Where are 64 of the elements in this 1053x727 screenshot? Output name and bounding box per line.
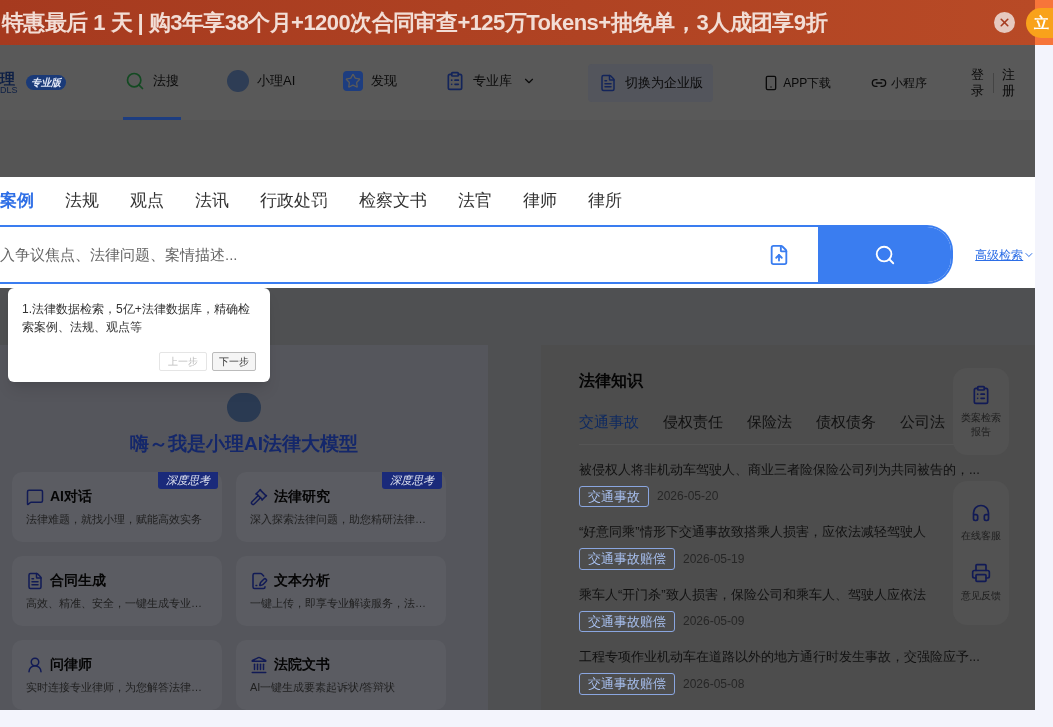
- star-icon: [343, 71, 364, 91]
- topic-tab[interactable]: 交通事故: [579, 411, 639, 434]
- search-tab[interactable]: 法官: [458, 188, 492, 214]
- category-tag: 交通事故赔偿: [579, 610, 675, 632]
- edition-badge: 专业版: [25, 75, 66, 90]
- logo-text: 理: [0, 70, 15, 86]
- card-title: 问律师: [50, 655, 92, 674]
- search-field[interactable]: 入争议焦点、法律问题、案情描述...: [0, 227, 741, 282]
- app-download-link[interactable]: APP下载: [763, 73, 832, 92]
- next-step-button[interactable]: 下一步: [212, 352, 256, 371]
- enterprise-button[interactable]: 切换为企业版: [588, 63, 714, 102]
- feature-card[interactable]: 问律师 实时连接专业律师，为您解答法律…: [12, 640, 222, 710]
- gavel-icon: [250, 487, 268, 506]
- card-description: 实时连接专业律师，为您解答法律…: [26, 680, 203, 695]
- card-title: 合同生成: [50, 571, 106, 590]
- login-link[interactable]: 登录: [971, 66, 986, 99]
- feature-tag: 深度思考: [158, 472, 218, 489]
- topic-tab[interactable]: 侵权责任: [663, 411, 723, 434]
- nav-tab[interactable]: 小理AI: [225, 45, 298, 120]
- search-tab[interactable]: 检察文书: [359, 188, 427, 214]
- feature-tag: 深度思考: [382, 472, 442, 489]
- database-icon: [445, 71, 466, 91]
- advanced-search-link[interactable]: 高级检索: [975, 245, 1024, 264]
- search-tab[interactable]: 律师: [523, 188, 557, 214]
- chat-icon: [26, 487, 44, 506]
- close-icon: [998, 16, 1011, 29]
- search-tab[interactable]: 法规: [65, 188, 99, 214]
- nav-tab[interactable]: 发现: [341, 45, 400, 120]
- search-bar[interactable]: 入争议焦点、法律问题、案情描述...: [0, 225, 954, 284]
- search-tab[interactable]: 行政处罚: [260, 188, 328, 214]
- nav-tab[interactable]: 专业库: [443, 45, 539, 120]
- search-tab[interactable]: 观点: [130, 188, 164, 214]
- search-icon: [873, 243, 896, 266]
- printer-icon: [971, 563, 991, 583]
- person-icon: [26, 655, 44, 674]
- search-button[interactable]: [818, 227, 952, 282]
- topic-tab[interactable]: 公司法: [900, 411, 945, 434]
- topic-tab[interactable]: 保险法: [747, 411, 792, 434]
- card-title: 法律研究: [274, 487, 330, 506]
- search-tab[interactable]: 律所: [588, 188, 622, 214]
- headset-icon: [971, 503, 991, 523]
- card-title: 法院文书: [274, 655, 330, 674]
- category-tag: 交通事故: [579, 485, 649, 507]
- mini-program-link[interactable]: 小程序: [871, 73, 928, 92]
- clipboard-icon: [971, 384, 991, 405]
- promo-text: 特惠最后 1 天 | 购3年享38个月+1200次合同审查+125万Tokens+抽免单，3人成团享9折: [2, 9, 827, 37]
- building-icon: [250, 655, 268, 674]
- panel-title: 法律知识: [579, 371, 644, 391]
- document-icon: [598, 73, 617, 92]
- close-button[interactable]: [994, 12, 1015, 33]
- topic-tab[interactable]: 债权债务: [816, 411, 876, 434]
- search-icon: [125, 71, 145, 91]
- document-edit-icon: [250, 571, 268, 590]
- search-tab[interactable]: 法讯: [195, 188, 229, 214]
- register-link[interactable]: 注册: [1002, 66, 1017, 99]
- card-title: AI对话: [50, 487, 92, 506]
- search-tab[interactable]: 案例: [0, 188, 34, 214]
- panel-title: 嗨～我是小理AI法律大模型: [130, 431, 358, 456]
- category-tag: 交通事故赔偿: [579, 548, 675, 570]
- logo-subtext: DLS: [0, 85, 18, 95]
- category-tag: 交通事故赔偿: [579, 673, 675, 695]
- document-icon: [26, 571, 44, 590]
- tooltip-text: 1.法律数据检索，5亿+法律数据库，精确检索案例、法规、观点等: [22, 301, 251, 336]
- card-title: 文本分析: [274, 571, 330, 590]
